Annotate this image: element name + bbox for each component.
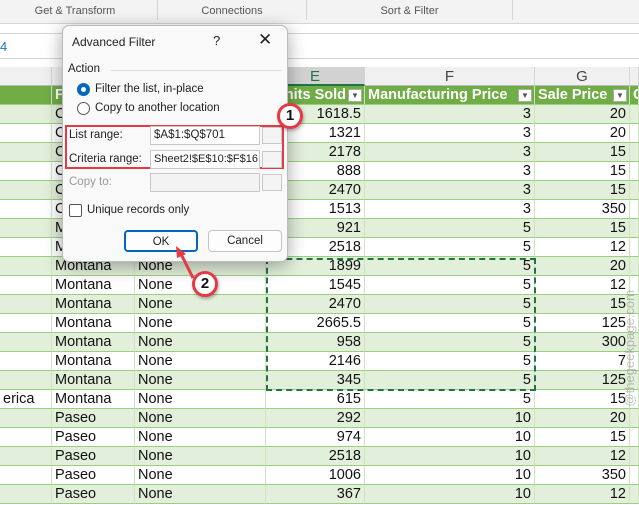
callout-1: 1 (277, 103, 303, 129)
callout-arrow (176, 246, 195, 279)
callout-2: 2 (192, 271, 218, 297)
